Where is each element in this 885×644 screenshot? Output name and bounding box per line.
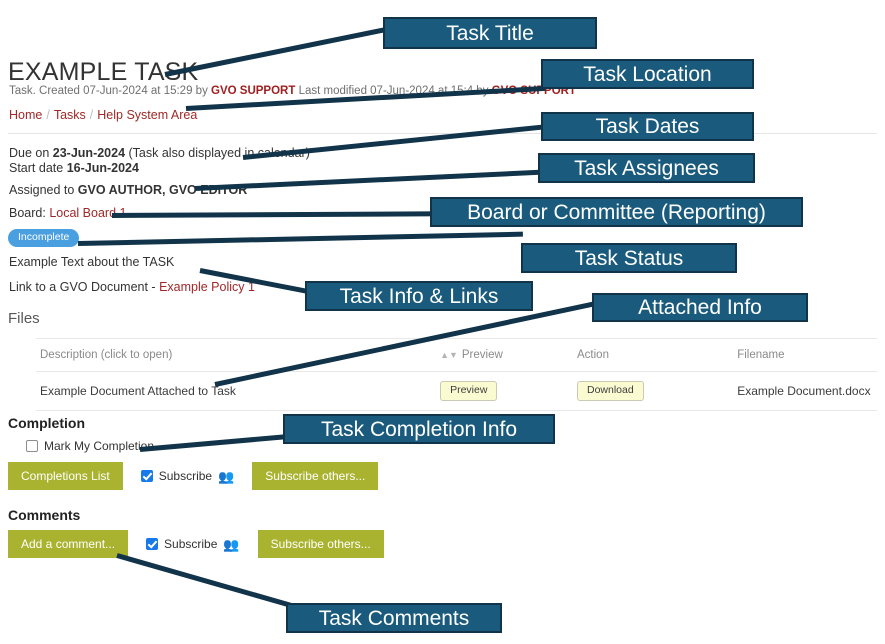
files-table-body: Example Document Attached to Task Previe… (36, 371, 877, 411)
task-document-link-line: Link to a GVO Document - Example Policy … (9, 280, 255, 294)
callout-task-comments: Task Comments (286, 603, 502, 633)
comments-actions-row: Add a comment... Subscribe 👥 Subscribe o… (8, 530, 384, 558)
header-preview-label: Preview (461, 349, 503, 361)
column-header-description[interactable]: Description (click to open) (36, 338, 437, 372)
leader-line-task-comments (116, 553, 306, 612)
column-header-action[interactable]: Action (573, 338, 734, 372)
mark-my-completion-row: Mark My Completion (26, 439, 154, 453)
group-users-icon: 👥 (218, 468, 235, 484)
callout-task-status: Task Status (521, 243, 737, 273)
comments-subscribe-checkbox[interactable] (146, 538, 159, 550)
callout-task-assignees: Task Assignees (538, 153, 755, 183)
meta-created-prefix: Task. Created 07-Jun-2024 at 15:29 by (9, 85, 212, 97)
breadcrumb-separator: / (89, 108, 94, 122)
assigned-label: Assigned to (9, 183, 78, 197)
leader-line-task-assignees (194, 169, 540, 191)
files-table-head: Description (click to open) ▲▼ Preview Ac… (36, 338, 877, 372)
leader-line-task-status (77, 231, 523, 246)
callout-task-info-links: Task Info & Links (305, 281, 533, 311)
task-description-text: Example Text about the TASK (9, 255, 175, 269)
comments-subscribe-others-button[interactable]: Subscribe others... (257, 530, 384, 558)
breadcrumb-separator: / (46, 108, 50, 122)
board-line: Board: Local Board 1 (9, 206, 126, 220)
completion-actions-row: Completions List Subscribe 👥 Subscribe o… (8, 462, 379, 490)
due-label: Due on (9, 146, 53, 160)
column-header-filename[interactable]: Filename (733, 338, 877, 372)
callout-task-location: Task Location (541, 59, 754, 89)
comments-subscribe-group: Subscribe 👥 (146, 537, 240, 551)
add-a-comment-button[interactable]: Add a comment... (8, 530, 129, 558)
document-link[interactable]: Example Policy 1 (159, 280, 255, 294)
header-filename-label: Filename (737, 349, 785, 361)
download-button[interactable]: Download (577, 381, 644, 401)
callout-attached-info: Attached Info (592, 293, 808, 322)
group-users-icon: 👥 (223, 536, 240, 552)
start-date-line: Start date 16-Jun-2024 (9, 161, 139, 175)
files-heading: Files (8, 310, 40, 327)
callout-task-completion: Task Completion Info (283, 414, 555, 444)
board-label: Board: (9, 206, 50, 220)
leader-line-task-title (164, 25, 393, 77)
task-detail-screenshot: EXAMPLE TASK Task. Created 07-Jun-2024 a… (0, 0, 885, 644)
meta-created-by: GVO SUPPORT (211, 85, 296, 97)
mark-my-completion-label: Mark My Completion (44, 439, 155, 453)
header-action-label: Action (577, 349, 609, 361)
breadcrumb-item-home[interactable]: Home (9, 108, 42, 122)
completion-subscribe-label: Subscribe (158, 469, 213, 483)
files-table-header-row: Description (click to open) ▲▼ Preview Ac… (36, 338, 877, 372)
completions-list-button[interactable]: Completions List (8, 462, 123, 490)
callout-task-title: Task Title (383, 17, 597, 49)
files-table: Description (click to open) ▲▼ Preview Ac… (36, 338, 877, 411)
cell-preview: Preview (436, 371, 573, 411)
breadcrumb: Home / Tasks / Help System Area (9, 108, 197, 122)
completion-subscribe-checkbox[interactable] (140, 470, 153, 482)
leader-line-task-dates (242, 124, 547, 160)
document-link-label: Link to a GVO Document - (9, 280, 160, 294)
comments-subscribe-label: Subscribe (164, 537, 218, 551)
start-date-value: 16-Jun-2024 (66, 161, 139, 175)
due-date-value: 23-Jun-2024 (52, 146, 126, 160)
comments-heading: Comments (8, 507, 81, 523)
completion-subscribe-group: Subscribe 👥 (140, 468, 235, 484)
mark-my-completion-checkbox[interactable] (26, 440, 38, 452)
sort-icon: ▲▼ (440, 349, 458, 360)
callout-board-committee: Board or Committee (Reporting) (430, 197, 803, 227)
status-badge: Incomplete (8, 229, 80, 247)
breadcrumb-item-tasks[interactable]: Tasks (54, 108, 86, 122)
callout-task-dates: Task Dates (541, 112, 754, 141)
cell-action: Download (573, 371, 734, 411)
leader-line-task-completion (139, 433, 295, 452)
header-description-label: Description (click to open) (40, 349, 173, 361)
column-header-preview[interactable]: ▲▼ Preview (436, 338, 573, 372)
leader-line-board-committee (111, 211, 443, 218)
table-row: Example Document Attached to Task Previe… (36, 371, 877, 411)
completion-subscribe-others-button[interactable]: Subscribe others... (252, 462, 379, 490)
completion-heading: Completion (8, 415, 85, 431)
cell-filename: Example Document.docx (733, 371, 877, 411)
breadcrumb-item-help-system-area[interactable]: Help System Area (97, 108, 197, 122)
preview-button[interactable]: Preview (440, 381, 498, 401)
start-label: Start date (9, 161, 67, 175)
